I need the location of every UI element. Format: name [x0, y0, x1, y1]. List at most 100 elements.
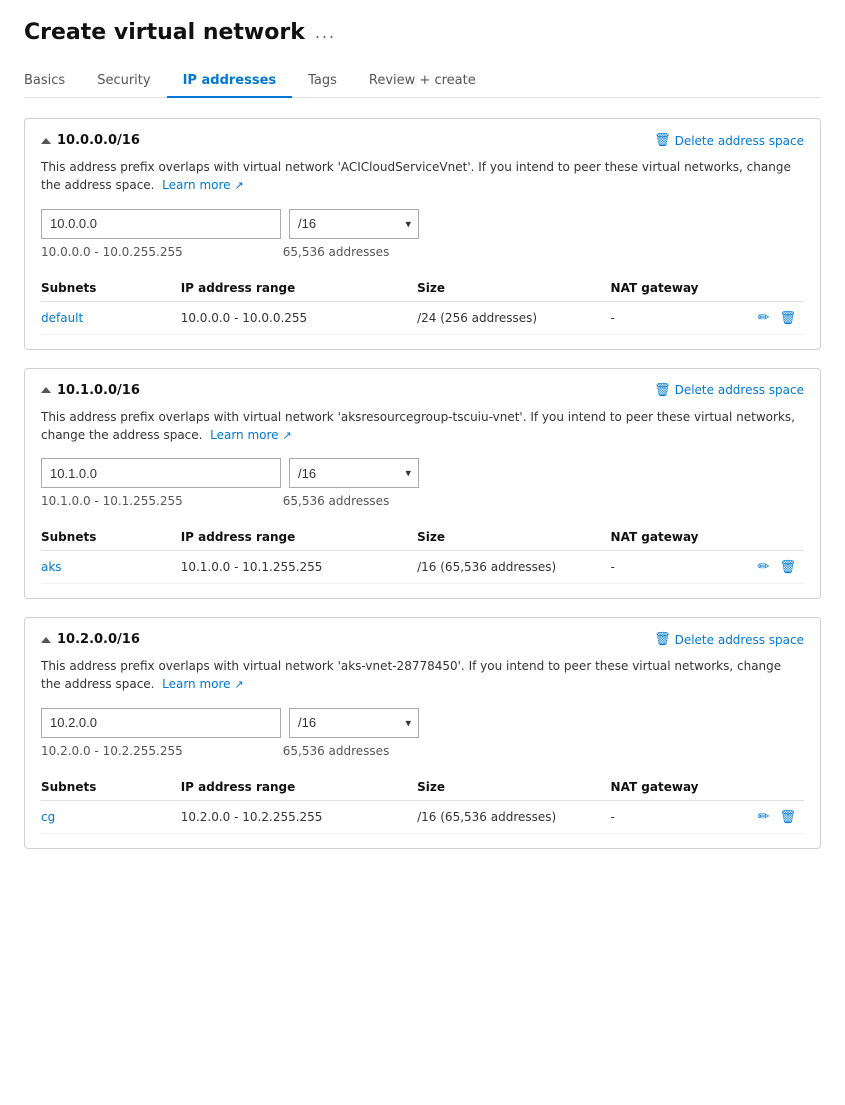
delete-address-space-link[interactable]: 🗑 Delete address space: [654, 383, 804, 398]
table-header-row: Subnets IP address range Size NAT gatewa…: [41, 275, 804, 302]
col-header-size: Size: [417, 275, 610, 302]
address-card-2: 10.2.0.0/16 🗑 Delete address space This …: [24, 617, 821, 849]
subnet-actions: [740, 551, 805, 584]
subnet-nat: -: [611, 301, 740, 334]
tab-ip-addresses[interactable]: IP addresses: [167, 65, 293, 98]
subnet-name-link[interactable]: default: [41, 301, 181, 334]
address-space-title: 10.1.0.0/16: [41, 383, 140, 398]
ip-address-input[interactable]: [41, 209, 281, 239]
col-header-ip-range: IP address range: [181, 774, 417, 801]
tab-security[interactable]: Security: [81, 65, 166, 98]
page-title: Create virtual network: [24, 20, 305, 45]
col-header-actions: [740, 774, 805, 801]
tab-basics[interactable]: Basics: [24, 65, 81, 98]
ip-address-input[interactable]: [41, 458, 281, 488]
table-header-row: Subnets IP address range Size NAT gatewa…: [41, 524, 804, 551]
prefix-select[interactable]: /16 /8/12/14/15 /17/18/19/20 /21/22/23/2…: [289, 458, 419, 488]
prefix-select-wrap: /16 /8/12/14/15 /17/18/19/20 /21/22/23/2…: [289, 708, 419, 738]
subnet-nat: -: [611, 800, 740, 833]
table-header-row: Subnets IP address range Size NAT gatewa…: [41, 774, 804, 801]
subnet-ip-range: 10.2.0.0 - 10.2.255.255: [181, 800, 417, 833]
table-row: default 10.0.0.0 - 10.0.0.255 /24 (256 a…: [41, 301, 804, 334]
edit-subnet-icon[interactable]: [758, 809, 770, 825]
subnet-actions: [740, 301, 805, 334]
ip-address-input[interactable]: [41, 708, 281, 738]
ip-input-row: /16 /8/12/14/15 /17/18/19/20 /21/22/23/2…: [41, 708, 804, 738]
external-link-icon: ↗: [234, 678, 243, 691]
delete-subnet-icon[interactable]: [779, 310, 796, 326]
prefix-select[interactable]: /16 /8/12/14/15 /17/18/19/20 /21/22/23/2…: [289, 209, 419, 239]
ip-range-display: 10.1.0.0 - 10.1.255.255: [41, 494, 183, 508]
prefix-select-wrap: /16 /8/12/14/15 /17/18/19/20 /21/22/23/2…: [289, 209, 419, 239]
delete-icon: 🗑: [654, 133, 671, 148]
address-count-display: 65,536 addresses: [283, 245, 390, 259]
page-header: Create virtual network ...: [24, 20, 821, 45]
collapse-icon[interactable]: [41, 637, 51, 643]
edit-subnet-icon[interactable]: [758, 310, 770, 326]
prefix-select[interactable]: /16 /8/12/14/15 /17/18/19/20 /21/22/23/2…: [289, 708, 419, 738]
card-header-2: 10.2.0.0/16 🗑 Delete address space: [41, 632, 804, 647]
subnet-size: /16 (65,536 addresses): [417, 551, 610, 584]
address-card-0: 10.0.0.0/16 🗑 Delete address space This …: [24, 118, 821, 350]
subnets-table: Subnets IP address range Size NAT gatewa…: [41, 774, 804, 834]
card-header-0: 10.0.0.0/16 🗑 Delete address space: [41, 133, 804, 148]
overlap-warning: This address prefix overlaps with virtua…: [41, 657, 804, 694]
subnets-table: Subnets IP address range Size NAT gatewa…: [41, 275, 804, 335]
address-card-1: 10.1.0.0/16 🗑 Delete address space This …: [24, 368, 821, 600]
address-space-cidr: 10.2.0.0/16: [57, 632, 140, 647]
warning-message: This address prefix overlaps with virtua…: [41, 659, 781, 691]
col-header-actions: [740, 275, 805, 302]
learn-more-link[interactable]: Learn more ↗: [210, 428, 291, 442]
delete-address-space-label: Delete address space: [675, 633, 804, 647]
address-space-cidr: 10.0.0.0/16: [57, 133, 140, 148]
col-header-nat: NAT gateway: [611, 524, 740, 551]
col-header-nat: NAT gateway: [611, 275, 740, 302]
range-info-row: 10.2.0.0 - 10.2.255.255 65,536 addresses: [41, 744, 804, 758]
subnet-size: /24 (256 addresses): [417, 301, 610, 334]
collapse-icon[interactable]: [41, 138, 51, 144]
address-count-display: 65,536 addresses: [283, 744, 390, 758]
address-count-display: 65,536 addresses: [283, 494, 390, 508]
col-header-subnets: Subnets: [41, 524, 181, 551]
subnet-actions: [740, 800, 805, 833]
subnet-name-link[interactable]: cg: [41, 800, 181, 833]
overlap-warning: This address prefix overlaps with virtua…: [41, 408, 804, 445]
address-space-cidr: 10.1.0.0/16: [57, 383, 140, 398]
delete-icon: 🗑: [654, 632, 671, 647]
delete-address-space-label: Delete address space: [675, 134, 804, 148]
tab-review-create[interactable]: Review + create: [353, 65, 492, 98]
delete-address-space-link[interactable]: 🗑 Delete address space: [654, 133, 804, 148]
delete-icon: 🗑: [654, 383, 671, 398]
ip-input-row: /16 /8/12/14/15 /17/18/19/20 /21/22/23/2…: [41, 458, 804, 488]
overlap-warning: This address prefix overlaps with virtua…: [41, 158, 804, 195]
col-header-size: Size: [417, 524, 610, 551]
subnet-name-link[interactable]: aks: [41, 551, 181, 584]
subnet-size: /16 (65,536 addresses): [417, 800, 610, 833]
address-spaces-container: 10.0.0.0/16 🗑 Delete address space This …: [24, 118, 821, 849]
tab-tags[interactable]: Tags: [292, 65, 353, 98]
card-header-1: 10.1.0.0/16 🗑 Delete address space: [41, 383, 804, 398]
address-space-title: 10.0.0.0/16: [41, 133, 140, 148]
learn-more-link[interactable]: Learn more ↗: [162, 178, 243, 192]
delete-subnet-icon[interactable]: [779, 809, 796, 825]
delete-address-space-label: Delete address space: [675, 383, 804, 397]
collapse-icon[interactable]: [41, 387, 51, 393]
address-space-title: 10.2.0.0/16: [41, 632, 140, 647]
delete-subnet-icon[interactable]: [779, 559, 796, 575]
col-header-actions: [740, 524, 805, 551]
prefix-select-wrap: /16 /8/12/14/15 /17/18/19/20 /21/22/23/2…: [289, 458, 419, 488]
learn-more-link[interactable]: Learn more ↗: [162, 677, 243, 691]
range-info-row: 10.1.0.0 - 10.1.255.255 65,536 addresses: [41, 494, 804, 508]
warning-message: This address prefix overlaps with virtua…: [41, 410, 795, 442]
ip-range-display: 10.0.0.0 - 10.0.255.255: [41, 245, 183, 259]
tab-bar: Basics Security IP addresses Tags Review…: [24, 65, 821, 98]
table-row: cg 10.2.0.0 - 10.2.255.255 /16 (65,536 a…: [41, 800, 804, 833]
edit-subnet-icon[interactable]: [758, 559, 770, 575]
col-header-ip-range: IP address range: [181, 524, 417, 551]
delete-address-space-link[interactable]: 🗑 Delete address space: [654, 632, 804, 647]
ip-range-display: 10.2.0.0 - 10.2.255.255: [41, 744, 183, 758]
subnet-nat: -: [611, 551, 740, 584]
warning-message: This address prefix overlaps with virtua…: [41, 160, 791, 192]
subnet-ip-range: 10.0.0.0 - 10.0.0.255: [181, 301, 417, 334]
external-link-icon: ↗: [234, 179, 243, 192]
